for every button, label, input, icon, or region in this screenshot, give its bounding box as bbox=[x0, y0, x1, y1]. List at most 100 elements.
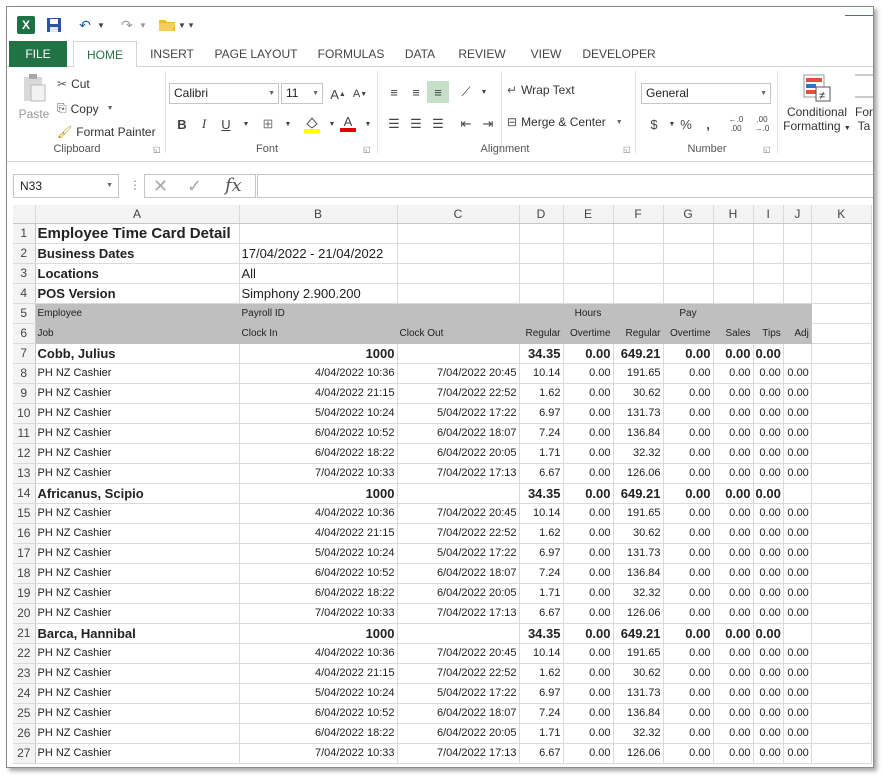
tab-data[interactable]: DATA bbox=[397, 41, 443, 67]
header-clock-out[interactable]: Clock Out bbox=[397, 323, 520, 344]
comma-button[interactable]: , bbox=[697, 113, 719, 135]
total-tips[interactable]: 0.00 bbox=[753, 343, 784, 364]
row-header[interactable]: 21 bbox=[13, 623, 36, 644]
header-job[interactable]: Job bbox=[35, 323, 240, 344]
cell[interactable] bbox=[663, 223, 714, 244]
clock-out-cell[interactable]: 5/04/2022 17:22 bbox=[397, 683, 520, 704]
clock-out-cell[interactable]: 7/04/2022 22:52 bbox=[397, 663, 520, 684]
clock-in-cell[interactable]: 6/04/2022 18:22 bbox=[239, 723, 398, 744]
sales-cell[interactable]: 0.00 bbox=[713, 403, 754, 424]
row-header[interactable]: 10 bbox=[13, 403, 36, 424]
format-painter-button[interactable]: 🖌 Format Painter bbox=[57, 125, 156, 139]
cell[interactable] bbox=[783, 283, 812, 304]
row-header[interactable]: 12 bbox=[13, 443, 36, 464]
clock-out-cell[interactable]: 6/04/2022 18:07 bbox=[397, 703, 520, 724]
cell[interactable] bbox=[397, 623, 520, 644]
regular-hours-cell[interactable]: 1.62 bbox=[519, 383, 564, 404]
cell[interactable] bbox=[783, 263, 812, 284]
clock-out-cell[interactable]: 7/04/2022 20:45 bbox=[397, 363, 520, 384]
cell[interactable] bbox=[811, 383, 872, 404]
adj-cell[interactable]: 0.00 bbox=[783, 703, 812, 724]
copy-dropdown-icon[interactable]: ▼ bbox=[107, 105, 114, 112]
clock-out-cell[interactable]: 6/04/2022 20:05 bbox=[397, 443, 520, 464]
tips-cell[interactable]: 0.00 bbox=[753, 743, 784, 764]
total-regular-pay[interactable]: 649.21 bbox=[613, 623, 664, 644]
cell[interactable] bbox=[811, 523, 872, 544]
adj-cell[interactable]: 0.00 bbox=[783, 463, 812, 484]
overtime-hours-cell[interactable]: 0.00 bbox=[563, 563, 614, 584]
cell[interactable] bbox=[811, 603, 872, 624]
cell[interactable] bbox=[397, 223, 520, 244]
tips-cell[interactable]: 0.00 bbox=[753, 643, 784, 664]
column-header-i[interactable]: I bbox=[753, 205, 784, 224]
tips-cell[interactable]: 0.00 bbox=[753, 463, 784, 484]
align-right-icon[interactable]: ☰ bbox=[427, 113, 449, 135]
clock-in-cell[interactable]: 5/04/2022 10:24 bbox=[239, 403, 398, 424]
tips-cell[interactable]: 0.00 bbox=[753, 583, 784, 604]
row-header[interactable]: 14 bbox=[13, 483, 36, 504]
cell[interactable] bbox=[753, 283, 784, 304]
regular-pay-cell[interactable]: 30.62 bbox=[613, 523, 664, 544]
regular-pay-cell[interactable]: 126.06 bbox=[613, 743, 664, 764]
overtime-pay-cell[interactable]: 0.00 bbox=[663, 703, 714, 724]
row-header[interactable]: 11 bbox=[13, 423, 36, 444]
clipboard-launcher-icon[interactable]: ◱ bbox=[153, 145, 161, 154]
row-header[interactable]: 22 bbox=[13, 643, 36, 664]
header-cell[interactable] bbox=[783, 303, 812, 324]
header-cell[interactable] bbox=[519, 303, 564, 324]
header-tips[interactable]: Tips bbox=[753, 323, 784, 344]
clock-in-cell[interactable]: 7/04/2022 10:33 bbox=[239, 603, 398, 624]
overtime-hours-cell[interactable]: 0.00 bbox=[563, 383, 614, 404]
clock-in-cell[interactable]: 6/04/2022 10:52 bbox=[239, 423, 398, 444]
cell[interactable] bbox=[753, 243, 784, 264]
regular-hours-cell[interactable]: 1.71 bbox=[519, 583, 564, 604]
clock-out-cell[interactable]: 5/04/2022 17:22 bbox=[397, 543, 520, 564]
adj-cell[interactable]: 0.00 bbox=[783, 383, 812, 404]
italic-button[interactable]: I bbox=[193, 113, 215, 135]
select-all-corner[interactable] bbox=[13, 205, 36, 224]
row-header[interactable]: 5 bbox=[13, 303, 36, 324]
undo-dropdown-icon[interactable]: ▼ bbox=[96, 15, 106, 35]
tips-cell[interactable]: 0.00 bbox=[753, 603, 784, 624]
job-cell[interactable]: PH NZ Cashier bbox=[35, 363, 240, 384]
cell[interactable] bbox=[397, 243, 520, 264]
tips-cell[interactable]: 0.00 bbox=[753, 543, 784, 564]
open-folder-icon[interactable] bbox=[157, 15, 177, 35]
clock-in-cell[interactable]: 6/04/2022 18:22 bbox=[239, 583, 398, 604]
info-label[interactable]: Locations bbox=[35, 263, 240, 284]
header-overtime-pay[interactable]: Overtime bbox=[663, 323, 714, 344]
grow-font-button[interactable]: A ▲ bbox=[327, 83, 349, 105]
adj-cell[interactable]: 0.00 bbox=[783, 543, 812, 564]
report-title[interactable]: Employee Time Card Detail bbox=[35, 223, 240, 244]
row-header[interactable]: 15 bbox=[13, 503, 36, 524]
sales-cell[interactable]: 0.00 bbox=[713, 423, 754, 444]
total-overtime-pay[interactable]: 0.00 bbox=[663, 623, 714, 644]
column-header-k[interactable]: K bbox=[811, 205, 872, 224]
regular-hours-cell[interactable]: 6.67 bbox=[519, 463, 564, 484]
regular-hours-cell[interactable]: 1.71 bbox=[519, 443, 564, 464]
job-cell[interactable]: PH NZ Cashier bbox=[35, 403, 240, 424]
tips-cell[interactable]: 0.00 bbox=[753, 503, 784, 524]
adj-cell[interactable]: 0.00 bbox=[783, 603, 812, 624]
job-cell[interactable]: PH NZ Cashier bbox=[35, 663, 240, 684]
fill-color-icon[interactable] bbox=[301, 113, 323, 135]
overtime-hours-cell[interactable]: 0.00 bbox=[563, 743, 614, 764]
sales-cell[interactable]: 0.00 bbox=[713, 663, 754, 684]
column-header-c[interactable]: C bbox=[397, 205, 520, 224]
regular-pay-cell[interactable]: 32.32 bbox=[613, 583, 664, 604]
total-regular-pay[interactable]: 649.21 bbox=[613, 343, 664, 364]
clock-out-cell[interactable]: 7/04/2022 17:13 bbox=[397, 743, 520, 764]
info-label[interactable]: POS Version bbox=[35, 283, 240, 304]
insert-function-icon[interactable]: fx bbox=[225, 175, 242, 196]
tips-cell[interactable]: 0.00 bbox=[753, 523, 784, 544]
overtime-hours-cell[interactable]: 0.00 bbox=[563, 683, 614, 704]
clock-out-cell[interactable]: 6/04/2022 18:07 bbox=[397, 423, 520, 444]
cell[interactable] bbox=[783, 483, 812, 504]
cell[interactable] bbox=[811, 743, 872, 764]
regular-hours-cell[interactable]: 6.97 bbox=[519, 543, 564, 564]
cell[interactable] bbox=[811, 303, 872, 324]
clock-in-cell[interactable]: 4/04/2022 10:36 bbox=[239, 363, 398, 384]
row-header[interactable]: 1 bbox=[13, 223, 36, 244]
sales-cell[interactable]: 0.00 bbox=[713, 503, 754, 524]
total-overtime-pay[interactable]: 0.00 bbox=[663, 343, 714, 364]
